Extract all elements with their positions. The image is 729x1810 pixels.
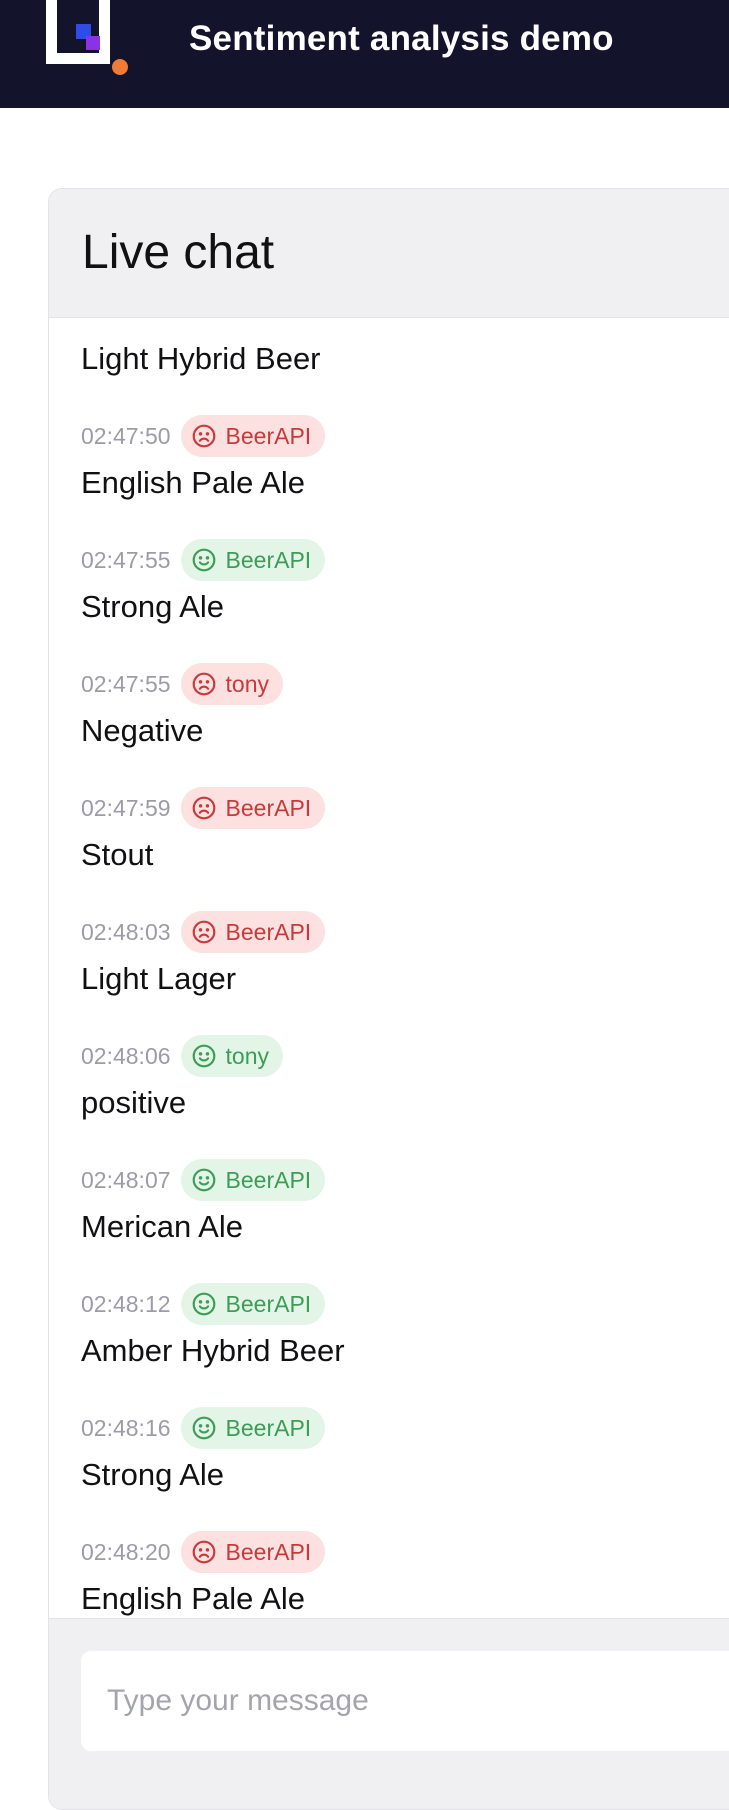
negative-sentiment-badge: BeerAPI [180,911,326,953]
message-meta: 02:47:50 BeerAPI [81,410,345,462]
positive-sentiment-badge: BeerAPI [180,1283,326,1325]
negative-sentiment-badge: tony [180,663,284,705]
message-composer [49,1618,729,1809]
message-meta: 02:47:55 tony [81,658,345,710]
message-text: Light Lager [81,961,237,996]
message-author: BeerAPI [225,1290,312,1317]
message-text: Merican Ale [81,1209,243,1244]
message-timestamp: 02:47:55 [81,670,171,697]
message-text: Strong Ale [81,589,225,624]
message-meta: 02:48:16 BeerAPI [81,1402,345,1454]
message-meta: 02:48:03 BeerAPI [81,906,345,958]
message-scroll-area[interactable]: Light Hybrid Beer 02:47:50 BeerAPI English… [49,318,729,1805]
message-item: 02:48:03 BeerAPI Light Lager [81,906,345,1030]
message-item: 02:48:06 tony positive [81,1030,345,1154]
message-text: Negative [81,713,204,748]
smiley-face-icon [191,547,217,573]
message-author: BeerAPI [225,794,312,821]
chat-title: Live chat [82,226,275,279]
message-input[interactable] [81,1651,729,1751]
smiley-face-icon [191,1291,217,1317]
smiley-face-icon [191,1415,217,1441]
negative-sentiment-badge: BeerAPI [180,787,326,829]
message-timestamp: 02:48:07 [81,1166,171,1193]
message-timestamp: 02:48:12 [81,1290,171,1317]
message-item: 02:47:55 tony Negative [81,658,345,782]
message-meta: 02:48:12 BeerAPI [81,1278,345,1330]
negative-sentiment-badge: BeerAPI [180,1531,326,1573]
message-meta: 02:47:59 BeerAPI [81,782,345,834]
message-item: 02:48:12 BeerAPI Amber Hybrid Beer [81,1278,345,1402]
positive-sentiment-badge: BeerAPI [180,1159,326,1201]
message-meta: 02:48:06 tony [81,1030,345,1082]
negative-sentiment-badge: BeerAPI [180,415,326,457]
message-item: 02:47:59 BeerAPI Stout [81,782,345,906]
message-meta: 02:48:07 BeerAPI [81,1154,345,1206]
sad-face-icon [191,795,217,821]
message-text: English Pale Ale [81,1581,306,1616]
message-item-partial: Light Hybrid Beer [81,318,345,410]
positive-sentiment-badge: BeerAPI [180,1407,326,1449]
app-title: Sentiment analysis demo [189,19,614,58]
smiley-face-icon [191,1167,217,1193]
message-author: BeerAPI [225,422,312,449]
message-item: 02:47:55 BeerAPI Strong Ale [81,534,345,658]
message-text: English Pale Ale [81,465,306,500]
message-item: 02:47:50 BeerAPI English Pale Ale [81,410,345,534]
message-text: positive [81,1085,187,1120]
message-timestamp: 02:48:06 [81,1042,171,1069]
message-author: tony [225,670,270,697]
message-author: BeerAPI [225,546,312,573]
app-header: Sentiment analysis demo [0,0,729,108]
message-timestamp: 02:47:55 [81,546,171,573]
message-author: BeerAPI [225,918,312,945]
message-text: Light Hybrid Beer [81,341,321,376]
message-meta: 02:47:55 BeerAPI [81,534,345,586]
positive-sentiment-badge: BeerAPI [180,539,326,581]
live-chat-panel: Live chat Light Hybrid Beer 02:47:50 Beer… [48,188,729,1810]
message-timestamp: 02:48:20 [81,1538,171,1565]
message-item: 02:48:16 BeerAPI Strong Ale [81,1402,345,1526]
message-timestamp: 02:47:59 [81,794,171,821]
message-list: Light Hybrid Beer 02:47:50 BeerAPI English… [81,318,345,1650]
logo-orange-dot [112,59,128,75]
positive-sentiment-badge: tony [180,1035,284,1077]
message-timestamp: 02:47:50 [81,422,171,449]
chat-header: Live chat [49,189,729,318]
message-meta: 02:48:20 BeerAPI [81,1526,345,1578]
message-timestamp: 02:48:03 [81,918,171,945]
sad-face-icon [191,919,217,945]
message-author: BeerAPI [225,1538,312,1565]
message-item: 02:48:07 BeerAPI Merican Ale [81,1154,345,1278]
message-author: BeerAPI [225,1166,312,1193]
message-timestamp: 02:48:16 [81,1414,171,1441]
message-meta [81,318,345,338]
sad-face-icon [191,423,217,449]
sad-face-icon [191,671,217,697]
message-author: BeerAPI [225,1414,312,1441]
message-text: Strong Ale [81,1457,225,1492]
message-text: Stout [81,837,154,872]
sad-face-icon [191,1539,217,1565]
app-logo[interactable] [46,0,132,76]
logo-purple-square [86,36,100,50]
message-author: tony [225,1042,270,1069]
message-text: Amber Hybrid Beer [81,1333,345,1368]
smiley-face-icon [191,1043,217,1069]
